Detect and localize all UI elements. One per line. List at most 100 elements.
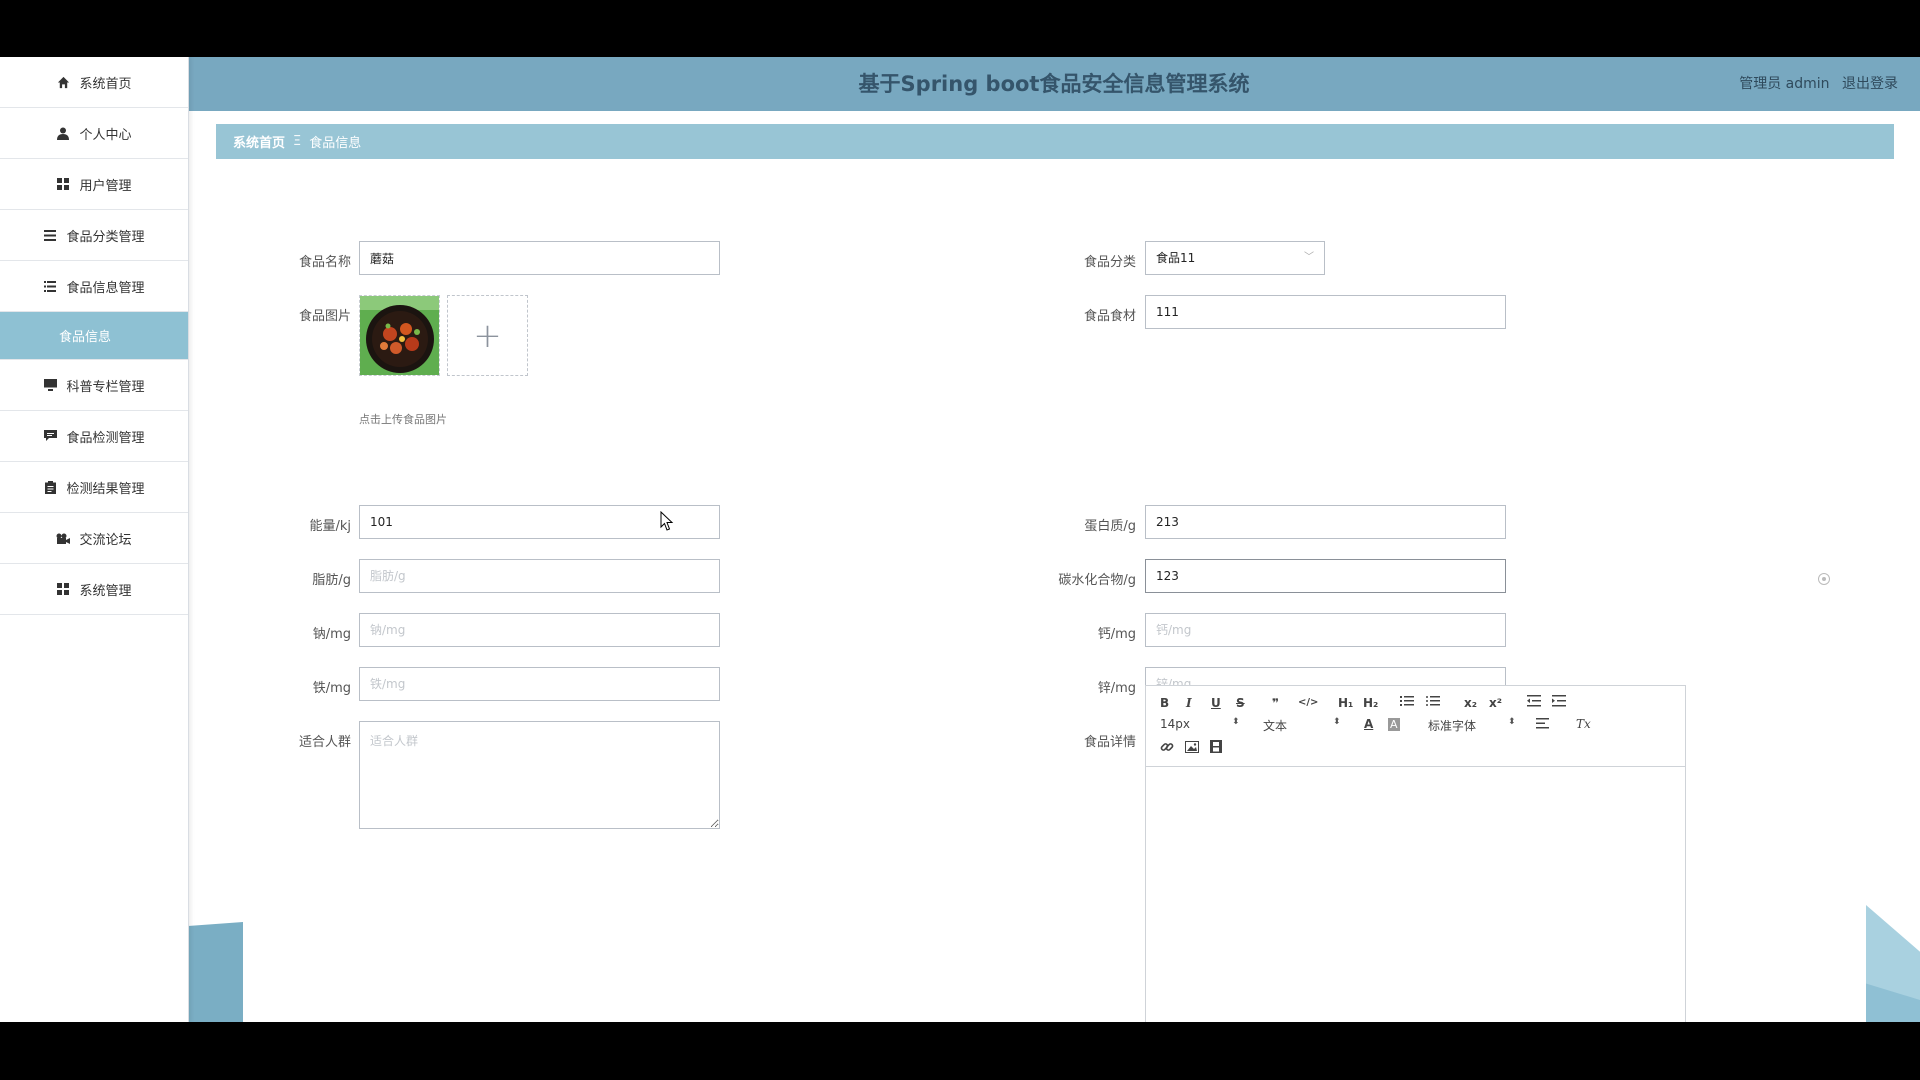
clear-format-button[interactable]: Tx bbox=[1576, 717, 1591, 731]
bold-button[interactable]: B bbox=[1160, 696, 1169, 710]
radio-dot-icon bbox=[1818, 573, 1830, 585]
plus-icon: + bbox=[473, 315, 502, 356]
outdent-icon bbox=[1527, 695, 1541, 707]
strike-button[interactable]: S bbox=[1236, 696, 1245, 710]
image-upload-button[interactable]: + bbox=[447, 295, 528, 376]
food-category-value: 食品11 bbox=[1156, 251, 1196, 265]
updown-icon: ⬍ bbox=[1333, 717, 1341, 727]
editor-toolbar: B I U S ❞ </> H₁ H₂ x₂ x² 14px ⬍ 文本 ⬍ A A … bbox=[1146, 686, 1685, 767]
sidebar-item-label: 交流论坛 bbox=[79, 532, 132, 548]
h2-button[interactable]: H₂ bbox=[1363, 696, 1378, 710]
sidebar: 系统首页 个人中心 用户管理 食品分类管理 食品信息管理 食品信息 科普专栏管理… bbox=[0, 57, 189, 1022]
font-family-value: 标准字体 bbox=[1428, 719, 1477, 733]
carbs-label: 碳水化合物/g bbox=[1058, 573, 1136, 588]
image-icon bbox=[1185, 741, 1199, 753]
chevron-down-icon: ﹀ bbox=[1304, 252, 1314, 263]
top-header: 基于Spring boot食品安全信息管理系统 管理员 admin 退出登录 bbox=[188, 57, 1920, 111]
grid-icon bbox=[56, 177, 70, 191]
food-name-label: 食品名称 bbox=[298, 255, 351, 270]
indent-icon bbox=[1552, 695, 1566, 707]
home-icon bbox=[56, 75, 70, 89]
video-button[interactable] bbox=[1210, 740, 1222, 756]
fat-input[interactable] bbox=[359, 559, 720, 593]
indent-button[interactable] bbox=[1552, 695, 1566, 710]
blockquote-button[interactable]: ❞ bbox=[1272, 696, 1279, 710]
align-button[interactable] bbox=[1536, 718, 1549, 732]
breadcrumb-home[interactable]: 系统首页 bbox=[233, 132, 285, 151]
grid-icon bbox=[56, 582, 70, 596]
h1-button[interactable]: H₁ bbox=[1338, 696, 1353, 710]
font-color-button[interactable]: A bbox=[1364, 717, 1373, 731]
user-icon bbox=[56, 126, 70, 140]
link-button[interactable] bbox=[1160, 740, 1174, 757]
food-ingredient-input[interactable] bbox=[1145, 295, 1506, 329]
sidebar-item-label: 食品分类管理 bbox=[66, 229, 145, 245]
outdent-button[interactable] bbox=[1527, 695, 1541, 710]
comment-icon bbox=[43, 429, 57, 443]
sidebar-item-food-testing[interactable]: 食品检测管理 bbox=[0, 411, 188, 462]
sidebar-item-science[interactable]: 科普专栏管理 bbox=[0, 360, 188, 411]
bullet-list-button[interactable] bbox=[1426, 695, 1440, 710]
suitable-people-label: 适合人群 bbox=[298, 735, 351, 750]
breadcrumb-current: 食品信息 bbox=[309, 136, 362, 151]
protein-input[interactable] bbox=[1145, 505, 1506, 539]
sidebar-item-forum[interactable]: 交流论坛 bbox=[0, 513, 188, 564]
underline-button[interactable]: U bbox=[1211, 696, 1221, 710]
sodium-input[interactable] bbox=[359, 613, 720, 647]
subscript-button[interactable]: x₂ bbox=[1464, 696, 1477, 710]
rich-text-editor: B I U S ❞ </> H₁ H₂ x₂ x² 14px ⬍ 文本 ⬍ A A … bbox=[1145, 685, 1686, 1022]
food-image-thumbnail[interactable] bbox=[359, 295, 440, 376]
breadcrumb: 系统首页 Ξ 食品信息 bbox=[216, 124, 1894, 159]
app-title: 基于Spring boot食品安全信息管理系统 bbox=[858, 72, 1250, 96]
sidebar-item-label: 检测结果管理 bbox=[66, 481, 145, 497]
video-icon bbox=[56, 531, 71, 545]
sidebar-item-food-category[interactable]: 食品分类管理 bbox=[0, 210, 188, 261]
sidebar-item-home[interactable]: 系统首页 bbox=[0, 57, 188, 108]
iron-input[interactable] bbox=[359, 667, 720, 701]
sidebar-item-label: 食品信息 bbox=[58, 330, 111, 345]
updown-icon: ⬍ bbox=[1508, 717, 1516, 727]
suitable-people-textarea[interactable] bbox=[359, 721, 720, 829]
user-area: 管理员 admin 退出登录 bbox=[1731, 57, 1898, 111]
food-photo-icon bbox=[360, 296, 439, 375]
sidebar-item-label: 个人中心 bbox=[79, 127, 132, 143]
sidebar-item-test-results[interactable]: 检测结果管理 bbox=[0, 462, 188, 513]
sidebar-item-label: 系统管理 bbox=[79, 583, 132, 599]
superscript-button[interactable]: x² bbox=[1489, 696, 1502, 710]
user-role: 管理员 admin bbox=[1739, 76, 1830, 92]
sidebar-item-food-info-manage[interactable]: 食品信息管理 bbox=[0, 261, 188, 312]
sidebar-item-system[interactable]: 系统管理 bbox=[0, 564, 188, 615]
font-color-icon: A bbox=[1364, 717, 1374, 731]
food-category-select[interactable]: 食品11 ﹀ bbox=[1145, 241, 1325, 275]
carbs-input[interactable] bbox=[1145, 559, 1506, 593]
font-size-value: 14px bbox=[1160, 717, 1190, 731]
food-detail-label: 食品详情 bbox=[1083, 735, 1136, 750]
sidebar-item-users[interactable]: 用户管理 bbox=[0, 159, 188, 210]
logout-link[interactable]: 退出登录 bbox=[1842, 76, 1898, 92]
sidebar-item-profile[interactable]: 个人中心 bbox=[0, 108, 188, 159]
food-name-input[interactable] bbox=[359, 241, 720, 275]
ordered-list-button[interactable] bbox=[1400, 695, 1414, 710]
font-family-select[interactable]: 标准字体 ⬍ bbox=[1428, 717, 1518, 734]
calcium-label: 钙/mg bbox=[1097, 627, 1136, 642]
text-type-value: 文本 bbox=[1263, 719, 1288, 733]
background-color-button[interactable]: A bbox=[1388, 717, 1400, 731]
sidebar-subitem-food-info[interactable]: 食品信息 bbox=[0, 312, 188, 360]
bullet-list-icon bbox=[1426, 696, 1440, 706]
code-button[interactable]: </> bbox=[1298, 697, 1318, 708]
protein-label: 蛋白质/g bbox=[1084, 519, 1136, 534]
background-color-icon: A bbox=[1388, 718, 1400, 731]
list-icon bbox=[43, 279, 57, 293]
text-type-select[interactable]: 文本 ⬍ bbox=[1263, 717, 1343, 734]
calcium-input[interactable] bbox=[1145, 613, 1506, 647]
sidebar-item-label: 食品检测管理 bbox=[66, 430, 145, 446]
ordered-list-icon bbox=[1400, 696, 1414, 706]
energy-label: 能量/kj bbox=[309, 519, 351, 534]
sidebar-item-label: 系统首页 bbox=[79, 76, 132, 92]
zinc-label: 锌/mg bbox=[1097, 681, 1136, 696]
italic-button[interactable]: I bbox=[1186, 696, 1192, 710]
font-size-select[interactable]: 14px ⬍ bbox=[1160, 717, 1240, 731]
link-icon bbox=[1160, 743, 1174, 751]
image-button[interactable] bbox=[1185, 741, 1199, 756]
upload-hint: 点击上传食品图片 bbox=[359, 413, 447, 426]
